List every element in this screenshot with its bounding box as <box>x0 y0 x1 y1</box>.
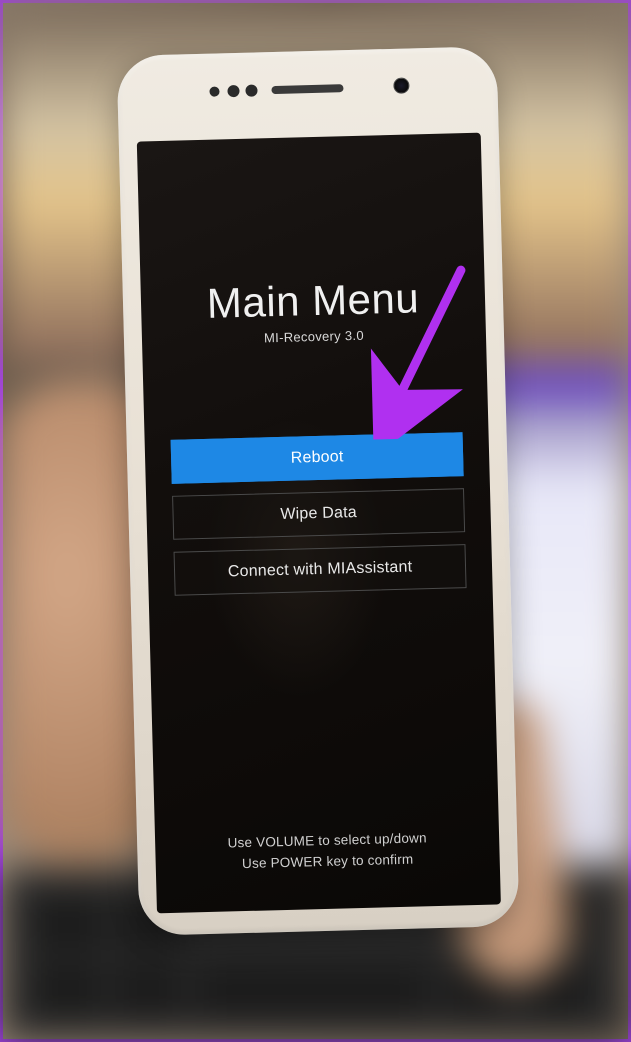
menu-list: Reboot Wipe Data Connect with MIAssistan… <box>171 432 467 596</box>
menu-item-reboot[interactable]: Reboot <box>171 432 464 484</box>
page-subtitle: MI-Recovery 3.0 <box>264 328 364 346</box>
phone-screen: Main Menu MI-Recovery 3.0 Reboot Wipe Da… <box>137 133 501 914</box>
sensor-icon <box>245 84 257 96</box>
menu-item-connect-miassistant[interactable]: Connect with MIAssistant <box>174 544 467 596</box>
phone-device: Main Menu MI-Recovery 3.0 Reboot Wipe Da… <box>117 46 520 936</box>
front-camera-icon <box>393 77 409 93</box>
earpiece-icon <box>271 84 343 94</box>
menu-item-wipe-data[interactable]: Wipe Data <box>172 488 465 540</box>
recovery-menu: Main Menu MI-Recovery 3.0 Reboot Wipe Da… <box>137 133 501 914</box>
page-title: Main Menu <box>206 274 419 328</box>
instruction-text: Use VOLUME to select up/down Use POWER k… <box>155 827 500 878</box>
sensor-icon <box>227 85 239 97</box>
proximity-sensor-icon <box>209 86 219 96</box>
phone-bezel-top <box>117 46 499 146</box>
